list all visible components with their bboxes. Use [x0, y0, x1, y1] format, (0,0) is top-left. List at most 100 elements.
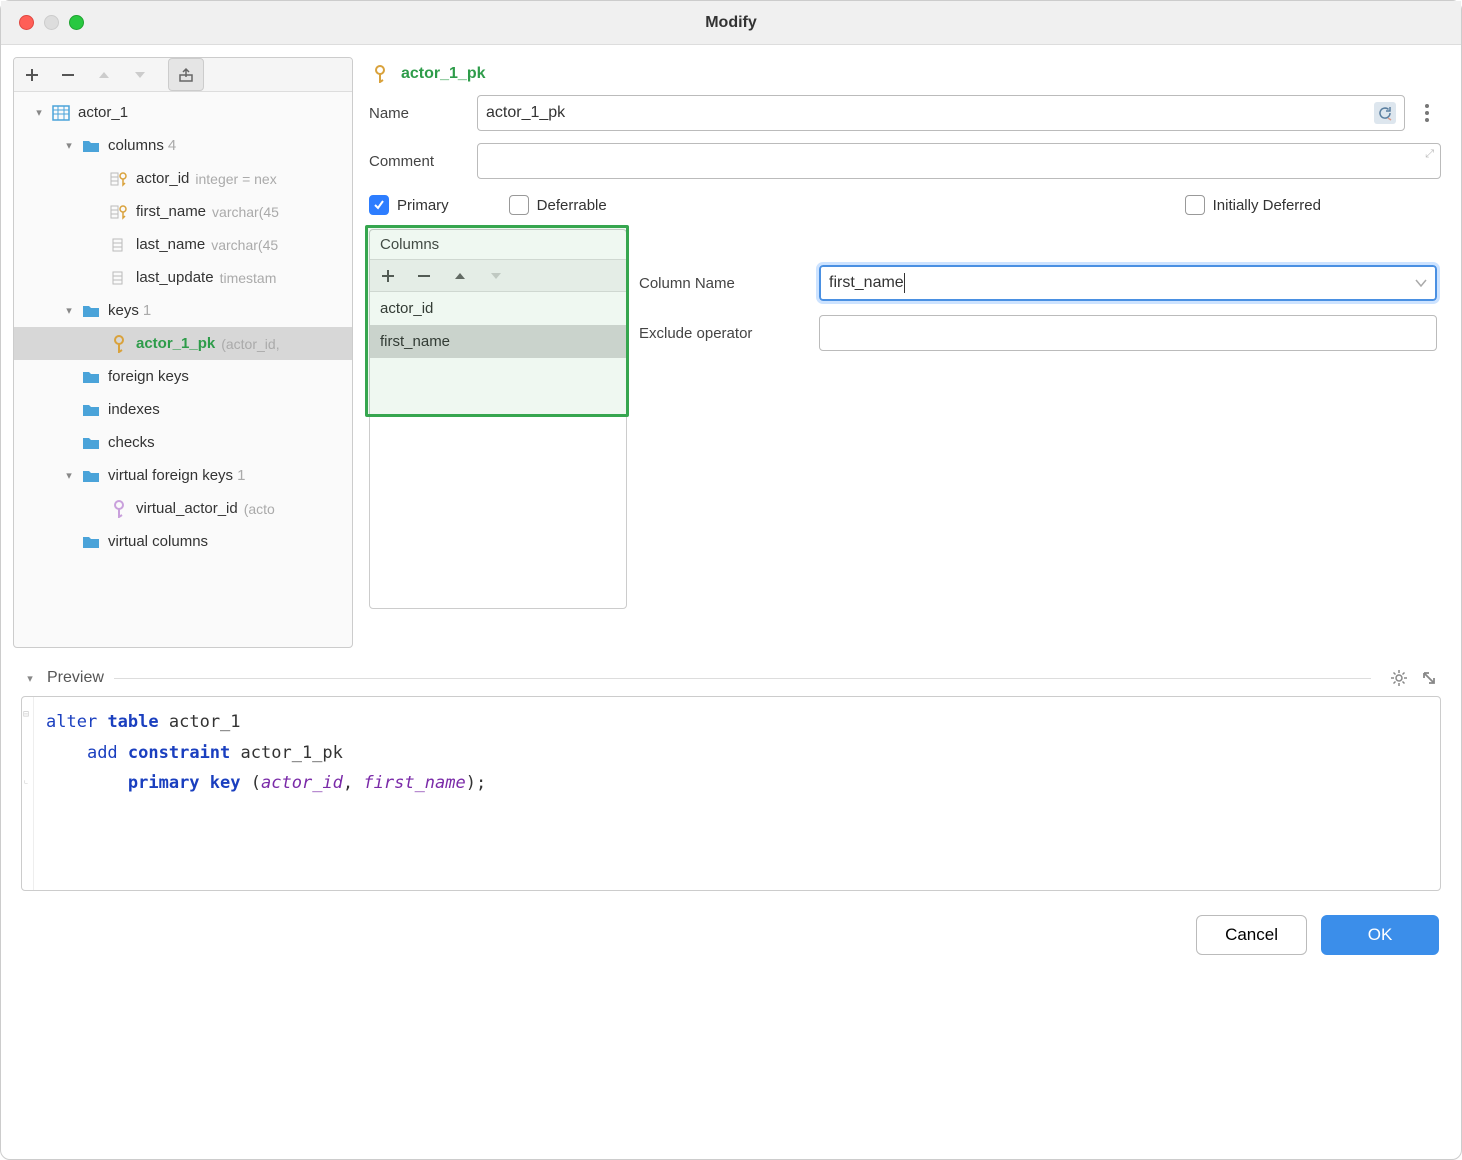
tree-col-first-name[interactable]: first_name varchar(45	[14, 195, 352, 228]
titlebar: Modify	[1, 1, 1461, 45]
checkbox-row: Primary Deferrable Initially Deferred	[361, 191, 1449, 229]
column-item-first-name[interactable]: first_name	[370, 325, 626, 358]
deferrable-checkbox[interactable]: Deferrable	[509, 195, 607, 215]
columns-list-panel: Columns actor_id first_name	[369, 229, 627, 609]
column-icon	[108, 234, 130, 256]
tree-vcol[interactable]: virtual columns	[14, 525, 352, 558]
tree-panel: ▾ actor_1 ▾ columns 4 actor_id integer =…	[13, 57, 353, 648]
column-item-actor-id[interactable]: actor_id	[370, 292, 626, 325]
name-input[interactable]: actor_1_pk	[477, 95, 1405, 131]
tree-col-last-update[interactable]: last_update timestam	[14, 261, 352, 294]
folder-icon	[80, 366, 102, 388]
column-name-row: Column Name first_name	[639, 265, 1437, 301]
folder-icon	[80, 300, 102, 322]
tree-vfk[interactable]: ▾ virtual foreign keys 1	[14, 459, 352, 492]
folder-icon	[80, 135, 102, 157]
column-key-icon	[108, 201, 130, 223]
gear-icon[interactable]	[1387, 666, 1411, 690]
tree-vfk-item[interactable]: virtual_actor_id (acto	[14, 492, 352, 525]
folder-icon	[80, 399, 102, 421]
sql-code: alter table actor_1 add constraint actor…	[46, 707, 1426, 799]
table-icon	[50, 102, 72, 124]
chevron-down-icon: ▾	[30, 104, 48, 122]
details-header: actor_1_pk	[361, 57, 1449, 95]
tree-columns[interactable]: ▾ columns 4	[14, 129, 352, 162]
col-add-button[interactable]	[370, 259, 406, 292]
expand-icon[interactable]: ⤢	[1425, 148, 1434, 161]
columns-toolbar	[370, 259, 626, 292]
preview-section: ▾ Preview ⊟ ⌞ alter table actor_1 add co…	[1, 660, 1461, 901]
more-button[interactable]	[1413, 95, 1441, 131]
key-name: actor_1_pk	[136, 335, 215, 352]
key-gold-icon	[108, 333, 130, 355]
divider	[114, 678, 1371, 679]
tree-scroll-to-button[interactable]	[168, 58, 204, 91]
deferrable-label: Deferrable	[537, 197, 607, 214]
name-value: actor_1_pk	[486, 104, 565, 122]
exclude-label: Exclude operator	[639, 325, 819, 342]
primary-label: Primary	[397, 197, 449, 214]
fold-end-icon: ⌞	[20, 775, 32, 787]
comment-label: Comment	[369, 153, 477, 170]
name-label: Name	[369, 105, 477, 122]
initially-deferred-checkbox[interactable]: Initially Deferred	[1185, 195, 1321, 215]
tree-key-pk[interactable]: actor_1_pk (actor_id,	[14, 327, 352, 360]
columns-list: actor_id first_name	[370, 292, 626, 358]
fold-marker-icon: ⊟	[20, 709, 32, 721]
columns-title: Columns	[370, 230, 626, 259]
tree-up-button[interactable]	[86, 58, 122, 91]
tree-remove-button[interactable]	[50, 58, 86, 91]
column-icon	[108, 267, 130, 289]
chevron-down-icon: ▾	[60, 302, 78, 320]
column-key-icon	[108, 168, 130, 190]
column-name-input[interactable]: first_name	[819, 265, 1437, 301]
tree: ▾ actor_1 ▾ columns 4 actor_id integer =…	[14, 92, 352, 647]
refresh-icon[interactable]	[1374, 102, 1396, 124]
checkbox-icon	[509, 195, 529, 215]
details-panel: actor_1_pk Name actor_1_pk Comment ⤢	[361, 57, 1449, 648]
folder-icon	[80, 432, 102, 454]
cancel-button[interactable]: Cancel	[1196, 915, 1307, 955]
tree-root[interactable]: ▾ actor_1	[14, 96, 352, 129]
tree-add-button[interactable]	[14, 58, 50, 91]
chevron-down-icon: ▾	[60, 137, 78, 155]
col-up-button[interactable]	[442, 259, 478, 292]
preview-header: ▾ Preview	[21, 666, 1441, 690]
tree-col-actor-id[interactable]: actor_id integer = nex	[14, 162, 352, 195]
exclude-row: Exclude operator	[639, 315, 1437, 351]
chevron-down-icon[interactable]: ▾	[21, 669, 39, 687]
comment-input[interactable]: ⤢	[477, 143, 1441, 179]
folder-icon	[80, 531, 102, 553]
main-area: ▾ actor_1 ▾ columns 4 actor_id integer =…	[1, 45, 1461, 660]
tree-keys[interactable]: ▾ keys 1	[14, 294, 352, 327]
open-external-icon[interactable]	[1417, 666, 1441, 690]
name-row: Name actor_1_pk	[369, 95, 1441, 131]
window-minimize[interactable]	[44, 15, 59, 30]
initially-deferred-label: Initially Deferred	[1213, 197, 1321, 214]
columns-area: Columns actor_id first_name Column Name …	[361, 229, 1449, 609]
virtual-key-icon	[108, 498, 130, 520]
column-name-label: Column Name	[639, 275, 819, 292]
comment-row: Comment ⤢	[369, 143, 1441, 179]
window-zoom[interactable]	[69, 15, 84, 30]
tree-col-last-name[interactable]: last_name varchar(45	[14, 228, 352, 261]
tree-toolbar	[14, 58, 352, 92]
checkbox-checked-icon	[369, 195, 389, 215]
sql-preview[interactable]: ⊟ ⌞ alter table actor_1 add constraint a…	[21, 696, 1441, 891]
key-gold-icon	[369, 63, 391, 85]
primary-checkbox[interactable]: Primary	[369, 195, 449, 215]
col-remove-button[interactable]	[406, 259, 442, 292]
window-close[interactable]	[19, 15, 34, 30]
preview-label: Preview	[47, 669, 104, 687]
footer: Cancel OK	[1, 901, 1461, 969]
tree-checks[interactable]: checks	[14, 426, 352, 459]
tree-foreign-keys[interactable]: foreign keys	[14, 360, 352, 393]
col-down-button[interactable]	[478, 259, 514, 292]
tree-down-button[interactable]	[122, 58, 158, 91]
chevron-down-icon[interactable]	[1415, 279, 1427, 287]
exclude-input[interactable]	[819, 315, 1437, 351]
tree-indexes[interactable]: indexes	[14, 393, 352, 426]
folder-icon	[80, 465, 102, 487]
traffic-lights	[19, 15, 84, 30]
ok-button[interactable]: OK	[1321, 915, 1439, 955]
